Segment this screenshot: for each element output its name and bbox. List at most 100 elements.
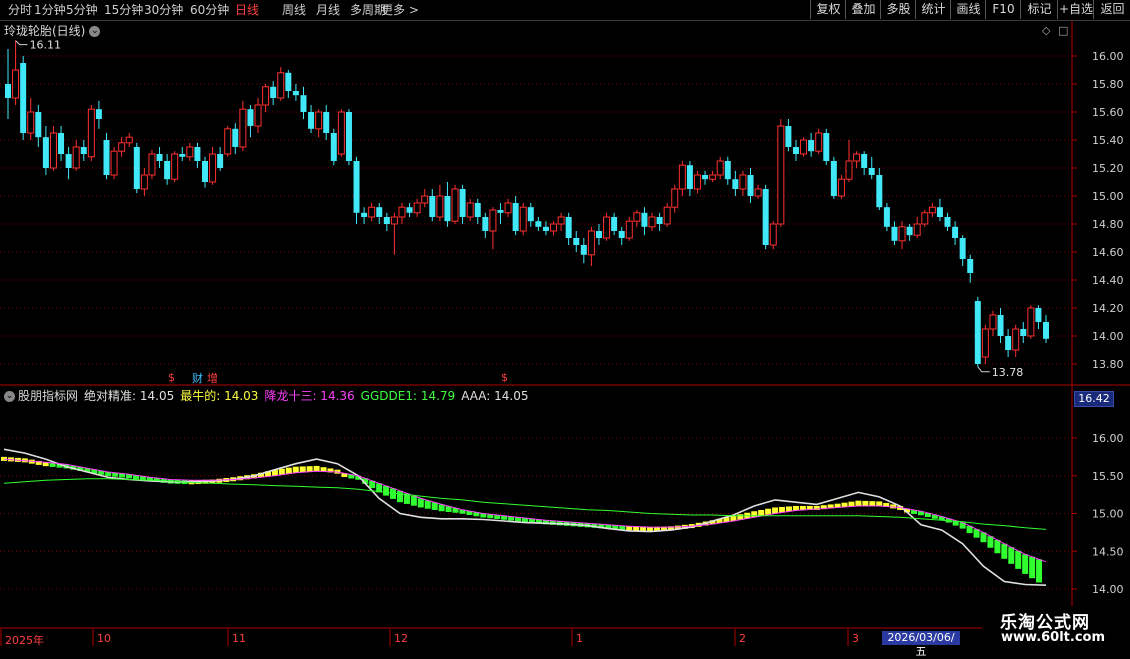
indicator-bar xyxy=(792,505,799,511)
candle-body-down xyxy=(58,133,65,154)
price-tick-label: 15.80 xyxy=(1092,78,1124,91)
indicator-bar xyxy=(1001,543,1008,559)
candle-body-up xyxy=(224,128,232,155)
candle-body-up xyxy=(436,195,444,218)
candle-body-up xyxy=(739,174,747,190)
indicator-bar xyxy=(383,485,390,496)
indicator-bar xyxy=(855,500,862,506)
candle-body-up xyxy=(368,206,376,218)
low-label: 13.78 xyxy=(992,366,1024,379)
candle-body-up xyxy=(898,226,906,242)
candle-body-up xyxy=(413,202,421,214)
indicator-value-1: 最牛的: 14.03 xyxy=(180,389,259,403)
candle-body-down xyxy=(65,154,72,168)
indicator-bar xyxy=(779,506,786,513)
high-pointer xyxy=(15,40,28,46)
candle-body-down xyxy=(323,112,330,133)
candle-body-up xyxy=(277,72,285,99)
candle-body-down xyxy=(353,161,360,213)
chevron-down-icon[interactable]: ⌄ xyxy=(4,391,15,402)
candle-body-up xyxy=(777,125,785,225)
candle-body-down xyxy=(565,217,572,238)
candle-body-down xyxy=(345,112,352,161)
candle-body-up xyxy=(853,153,861,162)
candle-body-up xyxy=(239,108,247,148)
candle-body-down xyxy=(1035,308,1042,322)
indicator-bar xyxy=(751,511,758,518)
indicator-tick-label: 16.00 xyxy=(1092,432,1124,445)
candle-body-up xyxy=(633,212,641,222)
indicator-bar xyxy=(647,527,654,532)
candle-body-down xyxy=(103,140,110,175)
candle-body-down xyxy=(512,203,519,231)
indicator-bar xyxy=(1015,550,1022,569)
increase-marker[interactable]: 增 xyxy=(207,370,218,386)
indicator-tick-label: 15.50 xyxy=(1092,470,1124,483)
indicator-bar xyxy=(396,490,403,503)
candle-body-up xyxy=(800,139,808,155)
indicator-bar xyxy=(285,467,292,474)
indicator-bar xyxy=(626,526,633,531)
candle-body-up xyxy=(254,104,262,127)
event-marker-1[interactable]: $ xyxy=(168,371,175,384)
candle-body-down xyxy=(732,179,739,189)
candle-body-up xyxy=(981,328,989,358)
indicator-bar xyxy=(772,507,779,514)
candle-body-down xyxy=(330,133,337,161)
candle-body-down xyxy=(429,196,436,217)
candle-body-up xyxy=(716,160,724,176)
indicator-tick-label: 14.00 xyxy=(1092,583,1124,596)
indicator-bar xyxy=(633,526,640,531)
finance-marker[interactable]: 财 xyxy=(192,370,203,386)
candle-body-down xyxy=(497,210,504,213)
time-axis-label: 12 xyxy=(394,632,408,645)
date-box: 2026/03/06/五 xyxy=(882,631,960,658)
indicator-bar xyxy=(431,502,438,510)
candle-body-up xyxy=(398,206,406,218)
candle-body-down xyxy=(936,207,943,217)
candle-body-up xyxy=(140,174,148,190)
candle-body-up xyxy=(451,188,459,222)
candle-body-down xyxy=(830,161,837,196)
candle-body-up xyxy=(603,216,611,239)
indicator-name: 股朋指标网 xyxy=(18,389,79,403)
indicator-bar xyxy=(848,501,855,507)
candle-body-down xyxy=(997,315,1004,336)
candle-body-down xyxy=(618,231,625,238)
candle-body-down xyxy=(959,238,966,259)
candle-body-down xyxy=(762,189,769,245)
candle-body-down xyxy=(967,259,974,273)
candle-body-up xyxy=(110,150,118,176)
candle-body-down xyxy=(1005,336,1012,350)
candle-body-down xyxy=(823,133,830,161)
price-tick-label: 15.60 xyxy=(1092,106,1124,119)
candle-body-up xyxy=(845,160,853,180)
indicator-bar xyxy=(876,501,883,506)
price-tick-label: 14.00 xyxy=(1092,330,1124,343)
candle-body-down xyxy=(232,128,239,147)
candle-body-down xyxy=(785,126,792,147)
candle-body-down xyxy=(952,226,959,238)
candle-body-down xyxy=(308,112,315,129)
candle-body-up xyxy=(663,206,671,225)
candle-body-down xyxy=(35,112,42,138)
price-tick-label: 13.80 xyxy=(1092,358,1124,371)
time-axis-label: 2025年 xyxy=(5,634,44,647)
candle-body-up xyxy=(315,111,323,130)
indicator-bar xyxy=(417,498,424,508)
candle-body-down xyxy=(156,154,163,161)
candle-body-up xyxy=(125,136,133,144)
indicator-bar xyxy=(765,508,772,515)
candle-body-down xyxy=(474,203,481,217)
candle-body-up xyxy=(489,209,497,232)
candle-body-up xyxy=(12,69,20,99)
candle-body-up xyxy=(625,220,633,239)
candle-body-up xyxy=(709,174,717,180)
event-marker-2[interactable]: $ xyxy=(501,371,508,384)
candle-body-down xyxy=(641,212,648,227)
candle-body-up xyxy=(87,108,95,158)
candle-body-down xyxy=(5,84,11,98)
candle-body-up xyxy=(209,153,217,183)
candle-body-up xyxy=(1012,328,1020,351)
indicator-bar xyxy=(841,502,848,507)
